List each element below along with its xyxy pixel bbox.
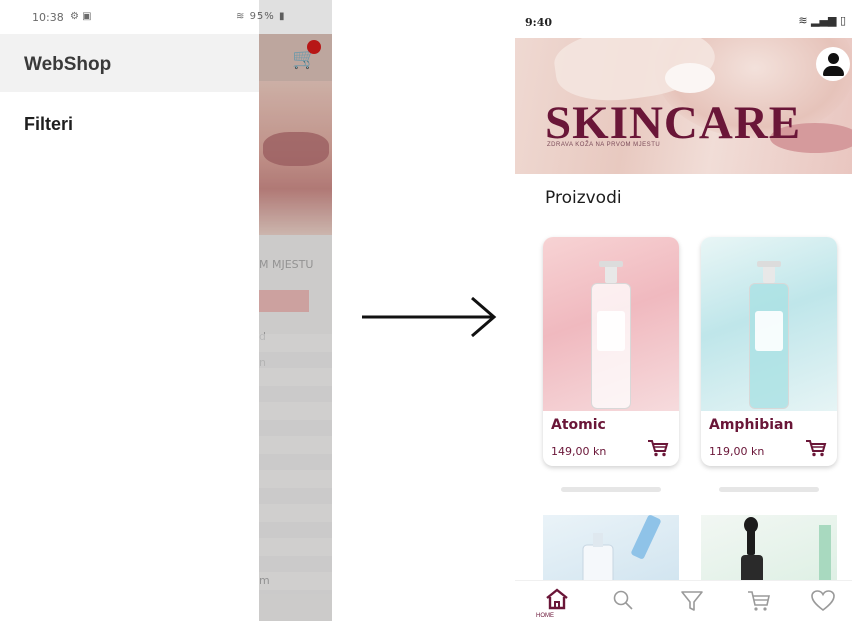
cart-icon (748, 591, 770, 611)
nav-favorites[interactable] (809, 587, 837, 615)
transition-arrow-icon (362, 296, 497, 338)
left-phone-screen: 10:38 ⚙ ▣ ≋ 95% ▮ 🛒 M MJESTU d n m WebSh… (0, 0, 332, 621)
profile-avatar-button[interactable] (816, 47, 850, 81)
banner-subtitle: ZDRAVA KOŽA NA PRVOM MJESTU (547, 142, 661, 148)
drawer-scrim[interactable] (259, 0, 332, 621)
status-time: 10:38 (32, 11, 64, 24)
signal-icon: ▂▄▆ (811, 14, 837, 27)
nav-filter[interactable] (678, 587, 706, 615)
nav-cart[interactable] (745, 587, 773, 615)
nav-home-label: HOME (536, 613, 554, 619)
banner-cream-image (665, 63, 715, 93)
product-image (543, 237, 679, 411)
status-bar: 9:40 ≋ ▂▄▆ ▯ (515, 0, 852, 38)
filter-icon (681, 591, 703, 611)
product-card[interactable]: Amphibian 119,00 kn (701, 237, 837, 466)
product-name: Atomic (551, 417, 606, 433)
status-icons: ≋ ▂▄▆ ▯ (798, 14, 846, 27)
drawer-item-filteri[interactable]: Filteri (24, 114, 73, 135)
heart-icon (811, 590, 835, 612)
search-icon (613, 590, 633, 610)
wifi-icon: ≋ (236, 11, 250, 22)
nav-home[interactable] (543, 587, 571, 615)
product-price: 149,00 kn (551, 445, 607, 458)
right-phone-screen: 9:40 ≋ ▂▄▆ ▯ SKINCARE ZDRAVA KOŽA NA PRV… (515, 0, 852, 621)
bottom-navigation: HOME (515, 580, 852, 621)
battery-icon: ▯ (839, 14, 846, 27)
drawer-title: WebShop (24, 54, 112, 75)
add-to-cart-icon[interactable] (647, 439, 669, 457)
loading-placeholder-bar (719, 487, 819, 492)
product-bottle-image (749, 261, 789, 409)
product-card[interactable]: Atomic 149,00 kn (543, 237, 679, 466)
product-price: 119,00 kn (709, 445, 765, 458)
add-to-cart-icon[interactable] (805, 439, 827, 457)
navigation-drawer: WebShop Filteri (0, 34, 259, 621)
home-icon (546, 588, 568, 610)
product-name: Amphibian (709, 417, 794, 433)
section-title: Proizvodi (545, 188, 622, 208)
nav-search[interactable] (610, 587, 638, 615)
status-notification-icons: ⚙ ▣ (70, 11, 92, 22)
wifi-icon: ≋ (798, 14, 808, 27)
drawer-header: WebShop (0, 34, 259, 92)
status-time: 9:40 (525, 16, 553, 29)
loading-placeholder-bar (561, 487, 661, 492)
hero-banner: SKINCARE ZDRAVA KOŽA NA PRVOM MJESTU (515, 38, 852, 174)
product-bottle-image (591, 261, 631, 409)
product-image (701, 237, 837, 411)
